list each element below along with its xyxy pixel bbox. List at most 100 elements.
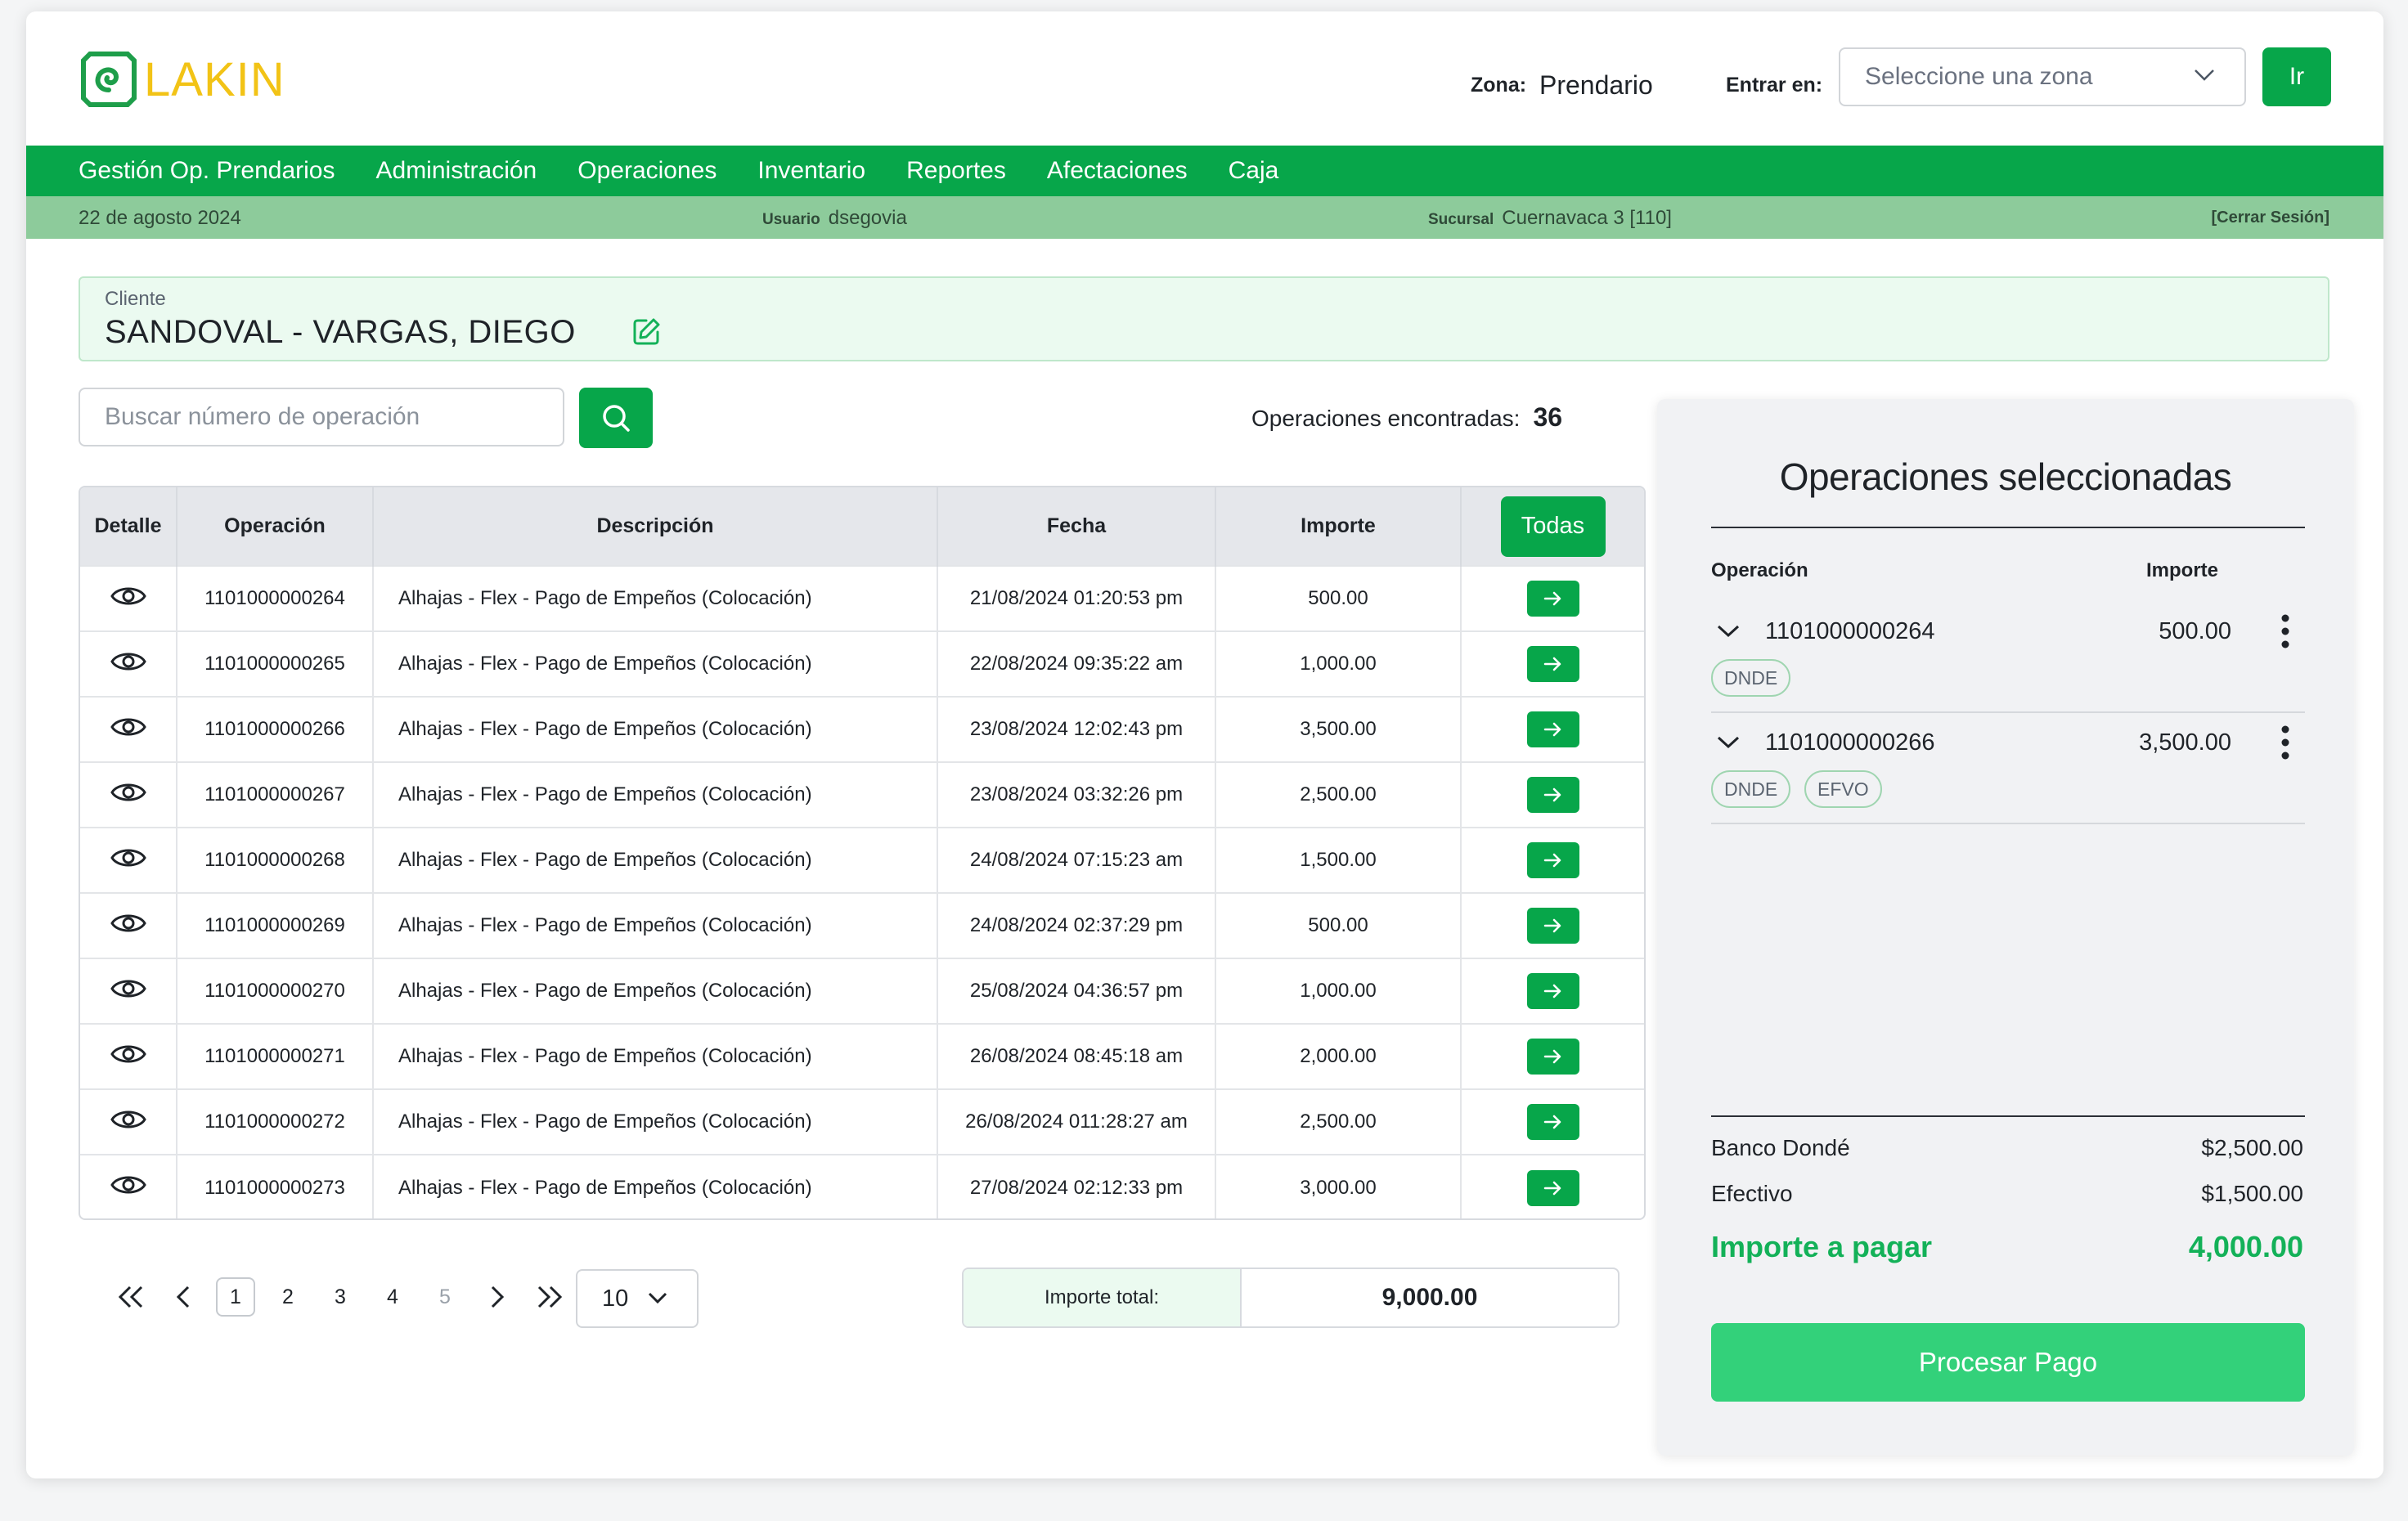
operation-date: 23/08/2024 12:02:43 pm	[937, 696, 1216, 762]
select-cell	[1461, 892, 1644, 958]
add-operation-button[interactable]	[1526, 1169, 1579, 1206]
eye-icon[interactable]	[110, 975, 147, 1003]
operation-amount: 2,500.00	[1215, 761, 1462, 828]
operation-amount: 1,500.00	[1215, 827, 1462, 893]
add-operation-button[interactable]	[1526, 777, 1579, 813]
zone-select[interactable]: Seleccione una zona	[1839, 47, 2246, 106]
add-operation-button[interactable]	[1526, 908, 1579, 944]
eye-icon[interactable]	[110, 1040, 147, 1068]
tag-dnde: DNDE	[1711, 659, 1791, 697]
nav-caja[interactable]: Caja	[1229, 157, 1279, 185]
page-2[interactable]: 2	[262, 1285, 314, 1309]
add-operation-button[interactable]	[1526, 973, 1579, 1009]
client-name: SANDOVAL - VARGAS, DIEGO	[105, 314, 576, 350]
add-operation-button[interactable]	[1526, 1039, 1579, 1075]
process-payment-button[interactable]: Procesar Pago	[1711, 1323, 2305, 1402]
arrow-right-icon	[1543, 918, 1561, 933]
table-row: 1101000000273 Alhajas - Flex - Pago de Em…	[80, 1154, 1644, 1218]
operation-date: 26/08/2024 011:28:27 am	[937, 1088, 1216, 1155]
importe-pagar-value: 4,000.00	[2188, 1230, 2303, 1263]
operation-date: 26/08/2024 08:45:18 am	[937, 1023, 1216, 1089]
zona-value: Prendario	[1539, 70, 1653, 100]
selected-op-number: 1101000000266	[1765, 729, 1935, 756]
arrow-right-icon	[1543, 1115, 1561, 1129]
next-page-button[interactable]	[471, 1285, 523, 1309]
banco-value: $2,500.00	[2201, 1135, 2303, 1160]
eye-icon[interactable]	[110, 1171, 147, 1199]
nav-administracion[interactable]: Administración	[376, 157, 537, 185]
operation-amount: 2,000.00	[1215, 1023, 1462, 1089]
table-row: 1101000000269 Alhajas - Flex - Pago de Em…	[80, 892, 1644, 958]
zona-label: Zona:	[1471, 74, 1527, 96]
add-operation-button[interactable]	[1526, 1104, 1579, 1140]
more-vertical-icon[interactable]	[2280, 725, 2290, 760]
eye-icon[interactable]	[110, 844, 147, 872]
page-1[interactable]: 1	[209, 1277, 262, 1317]
nav-reportes[interactable]: Reportes	[906, 157, 1006, 185]
eye-icon[interactable]	[110, 909, 147, 937]
arrow-right-icon	[1543, 853, 1561, 868]
operation-date: 22/08/2024 09:35:22 am	[937, 630, 1216, 697]
operation-amount: 1,000.00	[1215, 958, 1462, 1024]
edit-icon[interactable]	[630, 316, 663, 348]
nav-afectaciones[interactable]: Afectaciones	[1047, 157, 1188, 185]
arrow-right-icon	[1543, 1049, 1561, 1064]
operation-amount: 2,500.00	[1215, 1088, 1462, 1155]
eye-icon[interactable]	[110, 778, 147, 806]
chevron-down-icon[interactable]	[1716, 623, 1741, 639]
page-3[interactable]: 3	[314, 1285, 366, 1309]
select-all-button[interactable]: Todas	[1500, 496, 1606, 557]
search-button[interactable]	[579, 388, 653, 448]
current-date: 22 de agosto 2024	[79, 207, 241, 229]
go-button[interactable]: Ir	[2262, 47, 2331, 106]
brand-name: LAKIN	[144, 52, 285, 106]
col-descripcion: Descripción	[373, 487, 938, 566]
add-operation-button[interactable]	[1526, 646, 1579, 682]
app-window: LAKIN Zona: Prendario Entrar en: Selecci…	[26, 11, 2383, 1478]
operation-date: 21/08/2024 01:20:53 pm	[937, 565, 1216, 631]
chevron-right-icon	[491, 1285, 505, 1308]
operations-found: Operaciones encontradas: 36	[1251, 402, 1562, 433]
operation-date: 25/08/2024 04:36:57 pm	[937, 958, 1216, 1024]
sucursal-value: Cuernavaca 3 [110]	[1502, 207, 1672, 229]
brand-logo[interactable]: LAKIN	[79, 49, 285, 110]
operation-description: Alhajas - Flex - Pago de Empeños (Coloca…	[373, 696, 938, 762]
operation-number: 1101000000265	[177, 630, 374, 697]
chevron-down-icon[interactable]	[1716, 734, 1741, 751]
efectivo-label: Efectivo	[1711, 1181, 1793, 1206]
per-page-select[interactable]: 10	[576, 1269, 699, 1328]
page-4[interactable]: 4	[366, 1285, 419, 1309]
prev-page-button[interactable]	[157, 1285, 209, 1309]
more-vertical-icon[interactable]	[2280, 613, 2290, 649]
nav-operaciones[interactable]: Operaciones	[577, 157, 717, 185]
add-operation-button[interactable]	[1526, 711, 1579, 747]
nav-inventario[interactable]: Inventario	[757, 157, 865, 185]
select-cell	[1461, 565, 1644, 631]
usuario-label: Usuario	[762, 211, 820, 228]
operation-description: Alhajas - Flex - Pago de Empeños (Coloca…	[373, 1154, 938, 1218]
last-page-button[interactable]	[523, 1285, 576, 1309]
logout-link[interactable]: [Cerrar Sesión]	[2212, 209, 2330, 227]
double-chevron-left-icon	[118, 1285, 143, 1308]
first-page-button[interactable]	[105, 1285, 157, 1309]
selected-operations-panel: Operaciones seleccionadas Operación Impo…	[1657, 399, 2354, 1456]
eye-icon[interactable]	[110, 713, 147, 741]
add-operation-button[interactable]	[1526, 842, 1579, 878]
operation-number: 1101000000273	[177, 1154, 374, 1218]
detail-cell	[80, 827, 177, 893]
efectivo-value: $1,500.00	[2201, 1181, 2303, 1206]
add-operation-button[interactable]	[1526, 581, 1579, 617]
operation-description: Alhajas - Flex - Pago de Empeños (Coloca…	[373, 958, 938, 1024]
eye-icon[interactable]	[110, 1106, 147, 1133]
operation-date: 23/08/2024 03:32:26 pm	[937, 761, 1216, 828]
table-row: 1101000000267 Alhajas - Flex - Pago de Em…	[80, 761, 1644, 828]
nav-gestion[interactable]: Gestión Op. Prendarios	[79, 157, 335, 185]
select-cell	[1461, 1154, 1644, 1218]
spiral-logo-icon	[81, 52, 137, 107]
eye-icon[interactable]	[110, 582, 147, 610]
search-input[interactable]: Buscar número de operación	[79, 388, 564, 446]
page-5[interactable]: 5	[419, 1285, 471, 1309]
panel-col-operacion: Operación	[1711, 559, 1808, 581]
summary-divider	[1711, 1115, 2305, 1117]
eye-icon[interactable]	[110, 648, 147, 675]
